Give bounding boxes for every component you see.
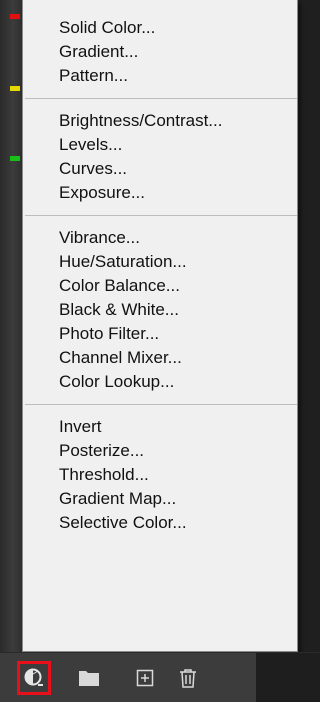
menu-item[interactable]: Hue/Saturation... [23,250,297,274]
delete-layer-button[interactable] [171,661,205,695]
folder-icon [79,671,99,686]
adjustment-layer-button[interactable] [17,661,51,695]
menu-item[interactable]: Pattern... [23,64,297,88]
new-layer-button[interactable] [128,661,162,695]
menu-group: Brightness/Contrast... Levels... Curves...… [23,99,297,215]
menu-item[interactable]: Color Lookup... [23,370,297,394]
menu-item[interactable]: Color Balance... [23,274,297,298]
menu-item[interactable]: Solid Color... [23,16,297,40]
yellow-marker [10,86,20,91]
menu-item[interactable]: Curves... [23,157,297,181]
layers-toolbar [0,652,320,702]
menu-item[interactable]: Posterize... [23,439,297,463]
new-layer-icon [136,669,154,687]
menu-item[interactable]: Invert [23,415,297,439]
menu-item[interactable]: Channel Mixer... [23,346,297,370]
adjustment-layer-icon [24,668,43,686]
menu-group: Invert Posterize... Threshold... Gradient M… [23,405,297,535]
menu-item[interactable]: Levels... [23,133,297,157]
menu-group: Vibrance... Hue/Saturation... Color Balanc… [23,216,297,404]
canvas-background [296,0,320,702]
trash-icon [180,669,196,688]
menu-item[interactable]: Vibrance... [23,226,297,250]
layers-panel: Solid Color... Gradient... Pattern... Brigh… [0,0,320,702]
new-group-button[interactable] [72,661,106,695]
green-marker [10,156,20,161]
menu-item[interactable]: Brightness/Contrast... [23,109,297,133]
menu-item[interactable]: Exposure... [23,181,297,205]
menu-item[interactable]: Threshold... [23,463,297,487]
menu-group: Solid Color... Gradient... Pattern... [23,0,297,98]
adjustment-layer-menu: Solid Color... Gradient... Pattern... Brigh… [22,0,298,652]
menu-item[interactable]: Gradient Map... [23,487,297,511]
menu-item[interactable]: Gradient... [23,40,297,64]
menu-item[interactable]: Selective Color... [23,511,297,535]
red-marker [10,14,20,19]
underlying-panel-strip [0,0,22,702]
toolbar-dark-area [256,653,320,702]
menu-item[interactable]: Photo Filter... [23,322,297,346]
menu-item[interactable]: Black & White... [23,298,297,322]
